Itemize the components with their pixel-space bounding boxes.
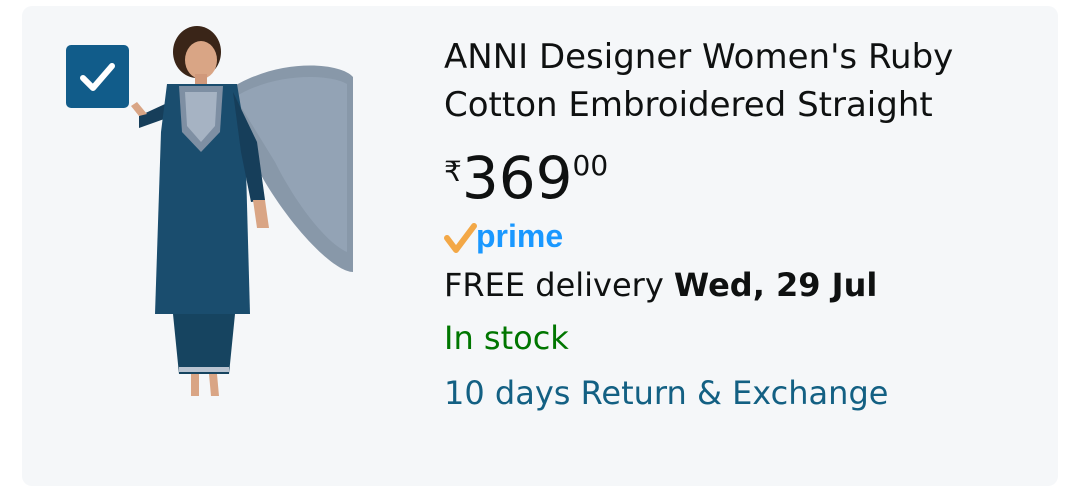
stock-status: In stock bbox=[444, 319, 569, 357]
product-price: ₹36900 bbox=[444, 143, 608, 213]
delivery-prefix: FREE delivery bbox=[444, 266, 664, 304]
select-checkbox[interactable] bbox=[66, 45, 129, 108]
delivery-info: FREE delivery Wed, 29 Jul bbox=[444, 266, 877, 304]
prime-badge: prime bbox=[444, 218, 563, 254]
checkmark-icon bbox=[80, 63, 115, 91]
product-image[interactable] bbox=[125, 22, 355, 402]
price-fraction: 00 bbox=[572, 149, 609, 182]
prime-check-icon bbox=[444, 223, 477, 253]
delivery-date: Wed, 29 Jul bbox=[673, 266, 878, 304]
product-title[interactable]: ANNI Designer Women's Ruby Cotton Embroi… bbox=[444, 33, 1024, 129]
price-whole: 369 bbox=[461, 144, 573, 212]
return-policy-link[interactable]: 10 days Return & Exchange bbox=[444, 374, 888, 412]
currency-symbol: ₹ bbox=[444, 155, 462, 188]
prime-label: prime bbox=[476, 218, 563, 254]
